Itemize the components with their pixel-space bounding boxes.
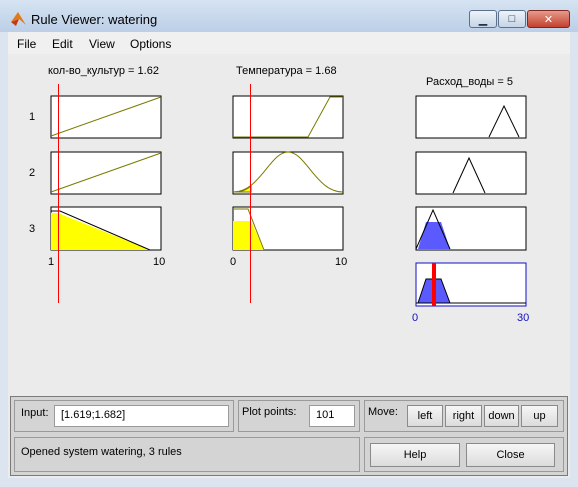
move-up-button[interactable]: up	[521, 405, 558, 427]
help-button[interactable]: Help	[370, 443, 460, 467]
input1-axis-max: 10	[153, 256, 165, 268]
move-label: Move:	[368, 406, 398, 418]
input-group: Input: [1.619;1.682]	[14, 400, 234, 432]
output-axis-min: 0	[412, 312, 418, 324]
move-right-button[interactable]: right	[445, 405, 482, 427]
output-aggregate-plot	[415, 262, 527, 307]
move-down-button[interactable]: down	[484, 405, 519, 427]
input2-axis-max: 10	[335, 256, 347, 268]
plot-points-label: Plot points:	[242, 406, 297, 418]
move-left-button[interactable]: left	[407, 405, 443, 427]
input2-rule2-plot	[232, 151, 344, 195]
input2-rule1-plot	[232, 95, 344, 139]
move-group: Move: left right down up	[364, 400, 564, 432]
input-field[interactable]: [1.619;1.682]	[54, 405, 229, 427]
output-rule3-plot	[415, 206, 527, 251]
input2-rule3-plot	[232, 206, 344, 251]
input-label: Input:	[21, 407, 49, 419]
output-value-marker	[432, 263, 436, 306]
plot-points-field[interactable]: 101	[309, 405, 355, 427]
output-rule2-plot	[415, 151, 527, 195]
plot-points-group: Plot points: 101	[238, 400, 360, 432]
input1-rule1-plot	[50, 95, 162, 139]
status-text: Opened system watering, 3 rules	[21, 446, 182, 458]
input1-axis-min: 1	[48, 256, 54, 268]
output-axis-max: 30	[517, 312, 529, 324]
output-rule1-plot	[415, 95, 527, 139]
action-group: Help Close	[364, 437, 564, 472]
input1-rule2-plot	[50, 151, 162, 195]
status-box: Opened system watering, 3 rules	[14, 437, 360, 472]
input1-rule3-plot	[50, 206, 162, 251]
close-button[interactable]: Close	[466, 443, 555, 467]
input2-axis-min: 0	[230, 256, 236, 268]
